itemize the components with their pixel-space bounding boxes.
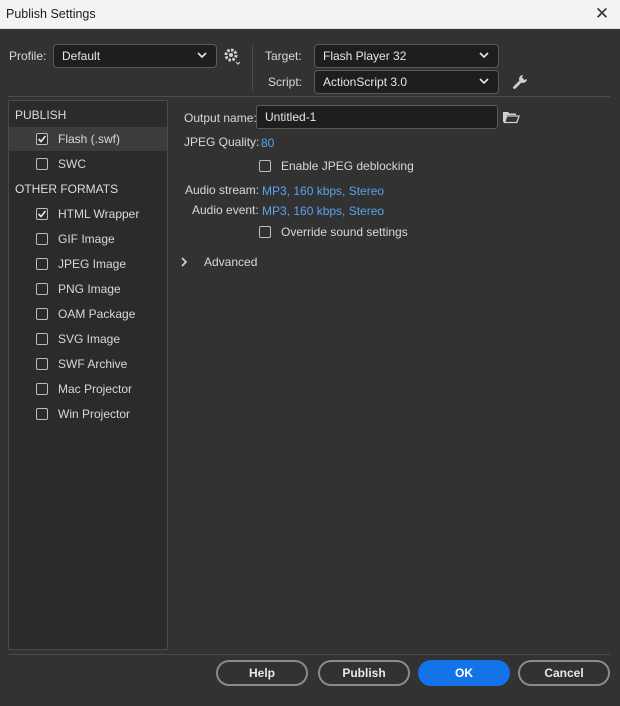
cancel-button[interactable]: Cancel xyxy=(518,660,610,686)
format-item-oam[interactable]: OAM Package xyxy=(9,302,167,326)
format-label: Mac Projector xyxy=(58,382,133,396)
folder-icon[interactable] xyxy=(502,109,520,125)
check-icon xyxy=(37,210,47,218)
output-name-value: Untitled-1 xyxy=(265,110,317,124)
audio-stream-label: Audio stream: xyxy=(185,183,260,197)
jpeg-checkbox[interactable] xyxy=(36,258,48,270)
jpeg-deblocking-box[interactable] xyxy=(259,160,271,172)
wrench-icon[interactable] xyxy=(511,73,529,91)
target-value: Flash Player 32 xyxy=(323,49,407,63)
format-item-swf-archive[interactable]: SWF Archive xyxy=(9,352,167,376)
advanced-label: Advanced xyxy=(204,255,258,269)
output-name-input[interactable]: Untitled-1 xyxy=(256,105,498,129)
chevron-down-icon xyxy=(479,78,489,85)
format-item-swc[interactable]: SWC xyxy=(9,152,167,176)
check-icon xyxy=(37,135,47,143)
format-item-html-wrapper[interactable]: HTML Wrapper xyxy=(9,202,167,226)
window-title: Publish Settings xyxy=(6,7,96,21)
publish-button[interactable]: Publish xyxy=(318,660,410,686)
format-label: HTML Wrapper xyxy=(58,207,140,221)
script-dropdown[interactable]: ActionScript 3.0 xyxy=(314,70,499,94)
html-wrapper-checkbox[interactable] xyxy=(36,208,48,220)
override-sound-checkbox[interactable]: Override sound settings xyxy=(259,223,419,241)
header-divider xyxy=(252,44,253,92)
format-label: PNG Image xyxy=(58,282,121,296)
format-label: Win Projector xyxy=(58,407,131,421)
format-label: JPEG Image xyxy=(58,257,127,271)
format-label: SWC xyxy=(58,157,86,171)
format-label: Flash (.swf) xyxy=(58,132,121,146)
chevron-down-icon xyxy=(479,52,489,59)
audio-event-value[interactable]: MP3, 160 kbps, Stereo xyxy=(262,204,384,218)
formats-panel: PUBLISH Flash (.swf) SWC OTHER FORMATS H… xyxy=(8,100,168,650)
publish-section-header: PUBLISH xyxy=(15,108,67,122)
chevron-down-icon xyxy=(197,52,207,59)
mac-projector-checkbox[interactable] xyxy=(36,383,48,395)
ok-button[interactable]: OK xyxy=(418,660,510,686)
format-label: OAM Package xyxy=(58,307,136,321)
jpeg-deblocking-label: Enable JPEG deblocking xyxy=(281,159,414,173)
format-item-win-projector[interactable]: Win Projector xyxy=(9,402,167,426)
gear-icon[interactable] xyxy=(222,46,242,66)
flash-checkbox[interactable] xyxy=(36,133,48,145)
png-checkbox[interactable] xyxy=(36,283,48,295)
script-label: Script: xyxy=(268,75,303,89)
advanced-toggle[interactable]: Advanced xyxy=(178,253,278,271)
target-label: Target: xyxy=(265,49,302,63)
jpeg-quality-value[interactable]: 80 xyxy=(261,136,274,150)
format-label: SWF Archive xyxy=(58,357,128,371)
format-label: SVG Image xyxy=(58,332,121,346)
format-item-mac-projector[interactable]: Mac Projector xyxy=(9,377,167,401)
help-button[interactable]: Help xyxy=(216,660,308,686)
audio-event-label: Audio event: xyxy=(192,203,259,217)
output-name-label: Output name: xyxy=(184,111,257,125)
profile-dropdown[interactable]: Default xyxy=(53,44,217,68)
title-bar: Publish Settings ✕ xyxy=(0,0,620,29)
win-projector-checkbox[interactable] xyxy=(36,408,48,420)
override-sound-box[interactable] xyxy=(259,226,271,238)
svg-checkbox[interactable] xyxy=(36,333,48,345)
oam-checkbox[interactable] xyxy=(36,308,48,320)
format-label: GIF Image xyxy=(58,232,115,246)
swc-checkbox[interactable] xyxy=(36,158,48,170)
jpeg-deblocking-checkbox[interactable]: Enable JPEG deblocking xyxy=(259,157,419,175)
script-value: ActionScript 3.0 xyxy=(323,75,408,89)
format-item-gif[interactable]: GIF Image xyxy=(9,227,167,251)
audio-stream-value[interactable]: MP3, 160 kbps, Stereo xyxy=(262,184,384,198)
profile-value: Default xyxy=(62,49,101,63)
target-dropdown[interactable]: Flash Player 32 xyxy=(314,44,499,68)
format-item-svg[interactable]: SVG Image xyxy=(9,327,167,351)
format-item-jpeg[interactable]: JPEG Image xyxy=(9,252,167,276)
chevron-right-icon xyxy=(181,257,188,267)
other-formats-header: OTHER FORMATS xyxy=(15,182,119,196)
gif-checkbox[interactable] xyxy=(36,233,48,245)
format-item-flash[interactable]: Flash (.swf) xyxy=(9,127,167,151)
format-item-png[interactable]: PNG Image xyxy=(9,277,167,301)
close-icon[interactable]: ✕ xyxy=(592,4,612,24)
swf-archive-checkbox[interactable] xyxy=(36,358,48,370)
override-sound-label: Override sound settings xyxy=(281,225,408,239)
top-divider xyxy=(8,96,610,97)
bottom-divider xyxy=(8,654,610,655)
jpeg-quality-label: JPEG Quality: xyxy=(184,135,260,149)
profile-label: Profile: xyxy=(9,49,47,63)
